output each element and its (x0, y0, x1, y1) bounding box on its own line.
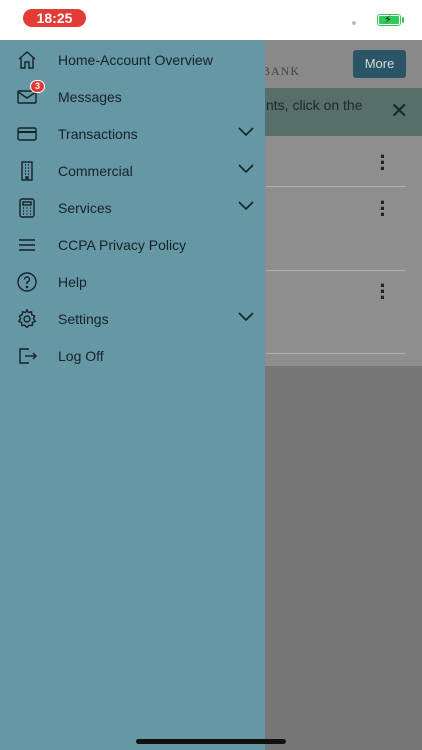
home-indicator[interactable] (136, 739, 286, 744)
more-button[interactable]: More (353, 50, 406, 78)
list-divider (266, 270, 406, 271)
chevron-down-icon (238, 201, 254, 211)
menu-item-help[interactable]: Help (0, 263, 265, 300)
logout-icon (19, 348, 37, 364)
navigation-drawer: Home-Account Overview 3 Messages Transac… (0, 40, 265, 750)
menu-item-label: Settings (58, 311, 109, 327)
menu-item-commercial[interactable]: Commercial (0, 152, 265, 189)
card-icon (17, 127, 37, 141)
camera-indicator-icon (352, 21, 356, 25)
close-icon[interactable]: ✕ (390, 100, 408, 122)
bank-logo: BANK (262, 64, 301, 78)
menu-item-label: Transactions (58, 126, 138, 142)
chevron-down-icon (238, 127, 254, 137)
menu-item-label: Log Off (58, 348, 104, 364)
menu-item-label: Messages (58, 89, 122, 105)
menu-item-label: Help (58, 274, 87, 290)
menu-item-label: Services (58, 200, 112, 216)
menu-item-label: Commercial (58, 163, 133, 179)
charging-bolt-icon: ⚡ (384, 14, 392, 26)
gear-icon (17, 308, 37, 329)
menu-lines-icon (19, 239, 35, 251)
menu-item-label: Home-Account Overview (58, 52, 213, 68)
more-options-icon[interactable]: · · · (378, 146, 388, 180)
battery-nub (402, 17, 404, 23)
more-options-icon[interactable]: · · · (378, 275, 388, 309)
status-bar: 18:25 ⚡ (0, 0, 422, 40)
menu-item-transactions[interactable]: Transactions (0, 115, 265, 152)
menu-item-log-off[interactable]: Log Off (0, 337, 265, 374)
notice-banner-text: nts, click on the (266, 97, 363, 113)
home-icon (18, 51, 36, 69)
unread-badge: 3 (30, 80, 45, 93)
more-options-icon[interactable]: · · · (378, 192, 388, 226)
menu-item-label: CCPA Privacy Policy (58, 237, 187, 253)
building-icon (21, 161, 33, 181)
menu-item-messages[interactable]: 3 Messages (0, 78, 265, 115)
help-icon (17, 272, 37, 292)
menu-item-home[interactable]: Home-Account Overview (0, 41, 265, 78)
chevron-down-icon (238, 164, 254, 174)
chevron-down-icon (238, 312, 254, 322)
calculator-icon (19, 198, 35, 218)
status-time: 18:25 (23, 9, 86, 27)
list-divider (266, 186, 406, 187)
menu-item-services[interactable]: Services (0, 189, 265, 226)
menu-item-settings[interactable]: Settings (0, 300, 265, 337)
menu-item-ccpa-privacy[interactable]: CCPA Privacy Policy (0, 226, 265, 263)
list-divider (266, 353, 406, 354)
